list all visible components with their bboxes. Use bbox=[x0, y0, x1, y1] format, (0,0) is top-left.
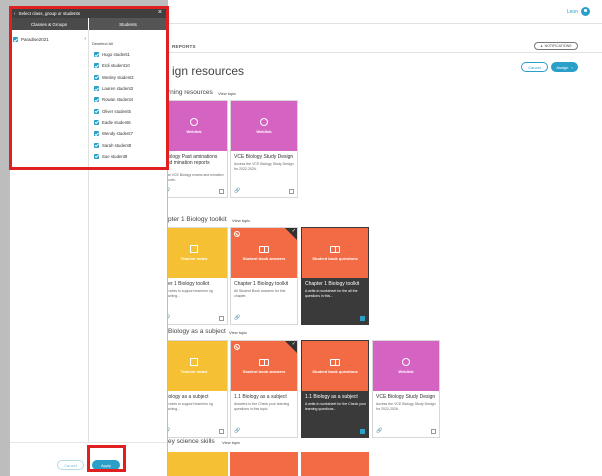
book-icon bbox=[330, 358, 340, 366]
tab-reports[interactable]: REPORTS bbox=[172, 44, 196, 49]
check-icon: ✓ bbox=[291, 228, 296, 234]
card-description: all notes to support teachers ng teachin… bbox=[164, 402, 213, 411]
weblink-icon bbox=[190, 118, 198, 126]
thumb-label: Student book questions bbox=[312, 368, 358, 374]
resource-card[interactable]: Weblink VCE Biology Study Design Access … bbox=[230, 100, 298, 198]
resource-card[interactable]: ✓ Student book answers 1.1 Biology as a … bbox=[230, 340, 298, 438]
notes-icon bbox=[190, 358, 198, 366]
card-thumbnail: ✓ Student book answers bbox=[231, 228, 297, 278]
thumb-label: Weblink bbox=[256, 129, 272, 134]
card-description: A write-in worksheet for the Check your … bbox=[305, 402, 366, 411]
page-title: ign resources bbox=[172, 64, 245, 78]
notifications-button[interactable]: ● NOTIFICATIONS bbox=[534, 42, 578, 50]
card-title: VCE Biology Study Design bbox=[376, 394, 436, 400]
card-thumbnail: Student book questions bbox=[302, 341, 368, 391]
notifications-label: NOTIFICATIONS bbox=[544, 44, 572, 48]
modal-cancel-button[interactable]: Cancel bbox=[57, 460, 84, 470]
notes-icon bbox=[190, 245, 198, 253]
view-topic-link[interactable]: View topic bbox=[218, 91, 236, 96]
highlight-box-apply bbox=[87, 445, 126, 472]
section-title: ey science skills bbox=[168, 438, 215, 445]
thumb-label: Student book answers bbox=[242, 368, 286, 374]
user-name[interactable]: Leon bbox=[567, 9, 578, 15]
thumb-label: Student book answers bbox=[242, 255, 286, 261]
weblink-icon bbox=[260, 118, 268, 126]
resource-card[interactable]: Student book questions Chapter 1 Biology… bbox=[301, 227, 369, 325]
thumb-label: Weblink bbox=[398, 369, 414, 374]
card-checkbox[interactable] bbox=[431, 429, 436, 434]
book-icon bbox=[259, 358, 269, 366]
link-icon[interactable]: 🔗 bbox=[234, 315, 240, 321]
card-checkbox[interactable] bbox=[219, 316, 224, 321]
card-description: Answers to the Check your learning quest… bbox=[234, 402, 290, 411]
card-title: VCE Biology Study Design bbox=[234, 154, 294, 160]
card-description: Access the VCE Biology Study Design for … bbox=[234, 162, 294, 171]
thumb-label: Weblink bbox=[186, 129, 202, 134]
link-icon[interactable]: 🔗 bbox=[234, 188, 240, 194]
view-topic-link[interactable]: View topic bbox=[222, 440, 240, 445]
avatar-icon[interactable] bbox=[581, 7, 590, 16]
view-topic-link[interactable]: View topic bbox=[229, 330, 247, 335]
restricted-icon bbox=[234, 231, 240, 237]
card-checkbox[interactable] bbox=[219, 429, 224, 434]
card-title: Chapter 1 Biology toolkit bbox=[234, 281, 289, 287]
card-checkbox[interactable] bbox=[219, 189, 224, 194]
section-title: Biology as a subject bbox=[168, 328, 226, 335]
assign-label: Assign bbox=[556, 64, 569, 70]
resource-card[interactable]: Teacher notes pter 1 Biology toolkit all… bbox=[160, 227, 228, 325]
card-description: All Student Book answers for this chapte… bbox=[234, 289, 286, 298]
card-title: pter 1 Biology toolkit bbox=[164, 281, 210, 287]
card-description: past VCE Biology exams and mination repo… bbox=[164, 173, 224, 182]
book-icon bbox=[330, 245, 340, 253]
section-title: rning resources bbox=[168, 89, 213, 96]
card-checkbox[interactable] bbox=[360, 316, 365, 321]
restricted-icon bbox=[234, 344, 240, 350]
card-title: Biology Past aminations and mination rep… bbox=[164, 154, 218, 166]
book-icon bbox=[259, 245, 269, 253]
resource-card-partial[interactable] bbox=[301, 452, 369, 476]
bell-icon: ● bbox=[540, 44, 543, 48]
card-thumbnail: ✓ Student book answers bbox=[231, 341, 297, 391]
resource-card-partial[interactable] bbox=[230, 452, 298, 476]
card-title: 1.1 Biology as a subject bbox=[234, 394, 287, 400]
section-title: pter 1 Biology toolkit bbox=[168, 216, 227, 223]
assign-button[interactable]: Assign › bbox=[551, 62, 578, 72]
card-title: Chapter 1 Biology toolkit bbox=[305, 281, 360, 287]
chevron-right-icon: › bbox=[571, 64, 573, 70]
card-thumbnail: Weblink bbox=[373, 341, 439, 391]
card-thumbnail: Weblink bbox=[161, 101, 227, 151]
check-icon: ✓ bbox=[291, 341, 296, 347]
highlight-box-selection bbox=[9, 6, 169, 170]
user-menu[interactable]: Leon bbox=[567, 7, 590, 16]
card-thumbnail: Teacher notes bbox=[161, 341, 227, 391]
cancel-button[interactable]: Cancel bbox=[521, 62, 548, 72]
resource-card[interactable]: Teacher notes Biology as a subject all n… bbox=[160, 340, 228, 438]
card-thumbnail: Teacher notes bbox=[161, 228, 227, 278]
card-description: Access the VCE Biology Study Design for … bbox=[376, 402, 436, 411]
resource-card[interactable]: Student book questions 1.1 Biology as a … bbox=[301, 340, 369, 438]
card-checkbox[interactable] bbox=[289, 189, 294, 194]
thumb-label: Teacher notes bbox=[180, 256, 208, 261]
thumb-label: Teacher notes bbox=[180, 369, 208, 374]
resource-card[interactable]: Weblink Biology Past aminations and mina… bbox=[160, 100, 228, 198]
card-title: 1.1 Biology as a subject bbox=[305, 394, 358, 400]
thumb-label: Student book questions bbox=[312, 255, 358, 261]
card-checkbox[interactable] bbox=[360, 429, 365, 434]
view-topic-link[interactable]: View topic bbox=[232, 218, 250, 223]
link-icon[interactable]: 🔗 bbox=[376, 428, 382, 434]
card-description: all notes to support teachers ng teachin… bbox=[164, 289, 213, 298]
card-description: A write-in worksheet for the all the que… bbox=[305, 289, 358, 298]
card-thumbnail: Student book questions bbox=[302, 228, 368, 278]
link-icon[interactable]: 🔗 bbox=[234, 428, 240, 434]
card-title: Biology as a subject bbox=[164, 394, 209, 400]
weblink-icon bbox=[402, 358, 410, 366]
resource-card[interactable]: ✓ Student book answers Chapter 1 Biology… bbox=[230, 227, 298, 325]
resource-card-partial[interactable] bbox=[160, 452, 228, 476]
resource-card[interactable]: Weblink VCE Biology Study Design Access … bbox=[372, 340, 440, 438]
card-thumbnail: Weblink bbox=[231, 101, 297, 151]
